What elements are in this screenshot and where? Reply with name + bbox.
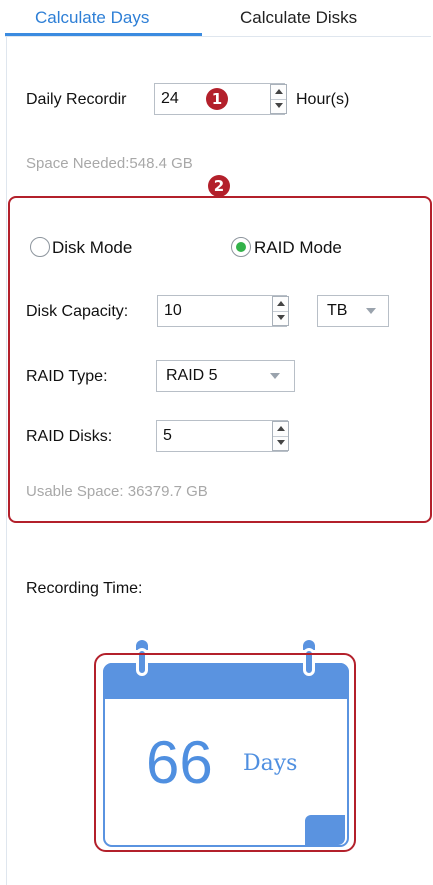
raid-type-value: RAID 5: [166, 367, 218, 384]
triangle-up-icon: [277, 426, 285, 431]
raid-disks-label: RAID Disks:: [26, 428, 113, 445]
triangle-down-icon: [277, 315, 285, 320]
raid-mode-radio[interactable]: [231, 237, 251, 257]
stepper-down-button[interactable]: [273, 436, 288, 450]
recording-time-label: Recording Time:: [26, 580, 143, 597]
disk-capacity-value: 10: [164, 302, 182, 319]
stepper-up-button[interactable]: [273, 297, 288, 312]
capacity-unit-select[interactable]: TB: [317, 295, 389, 327]
triangle-up-icon: [277, 301, 285, 306]
tab-bar: Calculate Days Calculate Disks: [0, 0, 433, 40]
annotation-badge-2: 2: [208, 175, 230, 197]
space-needed-text: Space Needed:548.4 GB: [26, 155, 193, 172]
raid-type-label: RAID Type:: [26, 368, 108, 385]
chevron-down-icon: [366, 308, 376, 314]
capacity-unit-value: TB: [327, 302, 348, 319]
daily-recording-label: Daily Recordir: [26, 91, 127, 108]
stepper-down-button[interactable]: [271, 99, 286, 113]
stepper-up-button[interactable]: [271, 85, 286, 100]
panel-border: [6, 36, 7, 885]
annotation-badge-1: 1: [206, 88, 228, 110]
chevron-down-icon: [270, 373, 280, 379]
triangle-down-icon: [277, 440, 285, 445]
stepper-up-button[interactable]: [273, 422, 288, 437]
raid-mode-label[interactable]: RAID Mode: [254, 238, 342, 258]
disk-mode-radio[interactable]: [30, 237, 50, 257]
raid-disks-stepper[interactable]: [272, 421, 289, 451]
stepper-down-button[interactable]: [273, 311, 288, 325]
usable-space-text: Usable Space: 36379.7 GB: [26, 483, 208, 500]
raid-disks-value: 5: [163, 427, 172, 444]
raid-disks-input[interactable]: 5: [156, 420, 288, 452]
disk-capacity-input[interactable]: 10: [157, 295, 287, 327]
tab-calculate-disks[interactable]: Calculate Disks: [240, 8, 357, 28]
annotation-result-box: [94, 653, 356, 852]
hours-unit-label: Hour(s): [296, 91, 350, 108]
triangle-down-icon: [275, 103, 283, 108]
disk-capacity-stepper[interactable]: [272, 296, 289, 326]
daily-recording-stepper[interactable]: [270, 84, 287, 114]
disk-capacity-label: Disk Capacity:: [26, 303, 129, 320]
triangle-up-icon: [275, 89, 283, 94]
radio-selected-dot: [236, 242, 246, 252]
disk-mode-label[interactable]: Disk Mode: [52, 238, 132, 258]
tab-divider: [5, 36, 431, 37]
tab-calculate-days[interactable]: Calculate Days: [35, 8, 149, 28]
raid-type-select[interactable]: RAID 5: [156, 360, 295, 392]
daily-recording-value: 24: [161, 90, 179, 107]
